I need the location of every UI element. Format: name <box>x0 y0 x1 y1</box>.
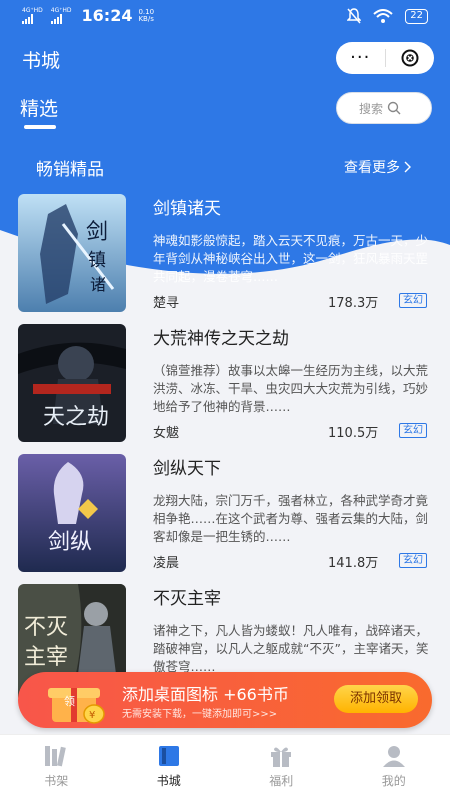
signal-icon: 4G⁺HD <box>22 7 43 24</box>
mute-icon <box>347 8 362 24</box>
tab-featured[interactable]: 精选 <box>20 94 58 121</box>
more-button[interactable]: ··· <box>336 44 385 72</box>
book-description: 神魂如影般惊起，踏入云天不见痕，万古一天，少年背剑从神秘峡谷出入世，这一剑，狂风… <box>153 233 429 284</box>
book-author: 楚寻 <box>153 296 180 311</box>
word-count: 110.5万 <box>328 426 379 441</box>
book-item[interactable]: 天之劫 大荒神传之天之劫 （锦萱推荐）故事以太皞一生经历为主线，以大荒洪涝、冰冻… <box>0 322 450 442</box>
nav-label: 福利 <box>269 774 294 788</box>
search-icon <box>387 101 401 115</box>
book-author: 凌晨 <box>153 556 180 571</box>
nav-bookstore[interactable]: 书城 <box>113 735 226 800</box>
battery-indicator: 22 <box>405 8 428 24</box>
book-cover: 剑 镇 诸 <box>18 194 126 312</box>
status-bar: 4G⁺HD 4G⁺HD 16:24 0.10 KB/s 22 <box>0 0 450 30</box>
svg-text:镇: 镇 <box>88 250 106 271</box>
book-item[interactable]: 剑纵 剑纵天下 龙翔大陆，宗门万千，强者林立，各种武学奇才竟相争艳……在这个武者… <box>0 452 450 572</box>
book-title: 剑镇诸天 <box>153 199 221 219</box>
book-title: 大荒神传之天之劫 <box>153 329 289 349</box>
signal-icon: 4G⁺HD <box>50 7 72 24</box>
status-time: 16:24 <box>81 6 133 25</box>
bookshelf-icon <box>45 746 67 767</box>
claim-button[interactable]: 添加领取 <box>334 685 418 713</box>
svg-text:不灭: 不灭 <box>24 615 68 640</box>
nav-welfare[interactable]: 福利 <box>225 735 338 800</box>
search-box[interactable]: 搜索 <box>336 92 432 124</box>
nav-bookshelf[interactable]: 书架 <box>0 735 113 800</box>
word-count: 141.8万 <box>328 556 379 571</box>
svg-text:¥: ¥ <box>89 710 95 721</box>
promo-title: 添加桌面图标 +66书币 <box>122 685 289 704</box>
close-icon <box>401 49 419 67</box>
bookstore-icon <box>158 746 179 766</box>
book-title: 不灭主宰 <box>153 589 221 609</box>
section-title: 畅销精品 <box>36 160 104 180</box>
book-description: 龙翔大陆，宗门万千，强者林立，各种武学奇才竟相争艳……在这个武者为尊、强者云集的… <box>153 493 429 544</box>
book-author: 女魃 <box>153 426 180 441</box>
promo-subtitle: 无需安装下载，一键添加即可>>> <box>122 709 278 720</box>
svg-text:剑纵: 剑纵 <box>48 530 92 555</box>
genre-tag: 玄幻 <box>399 293 427 308</box>
nav-label: 书架 <box>44 774 69 788</box>
nav-profile[interactable]: 我的 <box>338 735 450 800</box>
close-button[interactable] <box>385 49 434 67</box>
gift-box-icon: ¥ <box>48 688 105 724</box>
bottom-nav: 书架 书城 福利 我的 <box>0 734 450 800</box>
svg-text:天之劫: 天之劫 <box>43 405 109 430</box>
add-to-desktop-banner[interactable]: ¥ 领 添加桌面图标 +66书币 无需安装下载，一键添加即可>>> 添加领取 <box>18 672 432 728</box>
book-cover: 剑纵 <box>18 454 126 572</box>
genre-tag: 玄幻 <box>399 423 427 438</box>
gift-label: 领 <box>64 695 75 708</box>
nav-label: 我的 <box>381 774 406 788</box>
svg-text:诸: 诸 <box>90 275 106 294</box>
book-description: 诸神之下，凡人皆为蝼蚁！凡人唯有，战碎诸天，踏破神宫，以凡人之躯成就“不灭”，主… <box>153 623 429 674</box>
book-title: 剑纵天下 <box>153 459 221 479</box>
genre-tag: 玄幻 <box>399 553 427 568</box>
wifi-icon <box>373 9 393 23</box>
book-cover: 天之劫 <box>18 324 126 442</box>
miniapp-capsule: ··· <box>336 42 434 74</box>
network-speed: 0.10 KB/s <box>138 7 155 23</box>
see-more-link[interactable]: 查看更多 <box>344 157 412 177</box>
book-description: （锦萱推荐）故事以太皞一生经历为主线，以大荒洪涝、冰冻、干旱、虫灾四大大灾荒为引… <box>153 363 429 414</box>
nav-label: 书城 <box>156 774 181 788</box>
svg-text:主宰: 主宰 <box>24 645 68 670</box>
tab-indicator <box>24 125 56 129</box>
book-item[interactable]: 剑 镇 诸 剑镇诸天 神魂如影般惊起，踏入云天不见痕，万古一天，少年背剑从神秘峡… <box>0 192 450 312</box>
search-placeholder: 搜索 <box>359 101 384 116</box>
gift-icon <box>271 747 292 767</box>
svg-text:剑: 剑 <box>86 220 108 245</box>
page-title: 书城 <box>22 50 61 72</box>
see-more-label: 查看更多 <box>344 160 400 176</box>
chevron-right-icon <box>404 161 411 173</box>
profile-icon <box>382 746 405 767</box>
word-count: 178.3万 <box>328 296 379 311</box>
